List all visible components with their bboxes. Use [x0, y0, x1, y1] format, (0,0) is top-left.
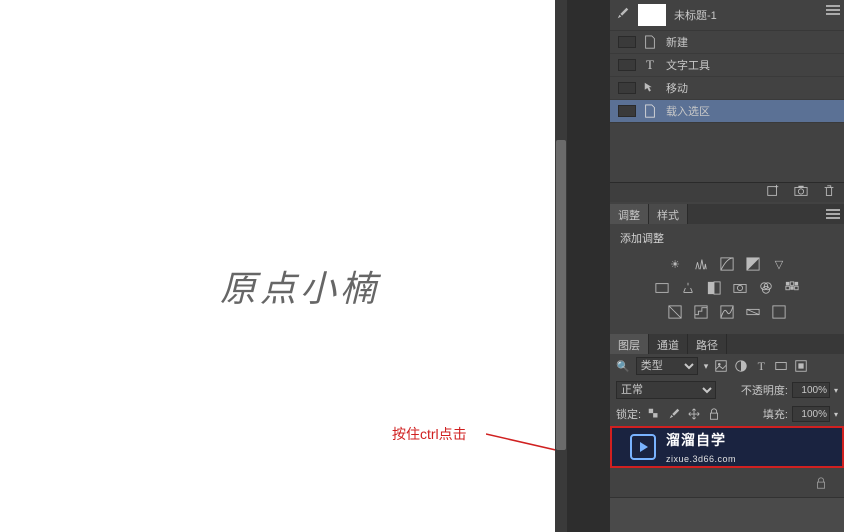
opacity-label: 不透明度: [741, 382, 788, 398]
watermark-url: zixue.3d66.com [666, 454, 736, 464]
history-snapshot-checkbox[interactable] [618, 82, 636, 94]
history-item[interactable]: 载入选区 [610, 100, 844, 123]
gradient-map-icon[interactable] [744, 304, 762, 320]
tab-paths[interactable]: 路径 [688, 334, 727, 354]
hue-sat-icon[interactable] [653, 280, 671, 296]
lock-pixels-icon[interactable] [667, 407, 681, 421]
selective-color-icon[interactable] [770, 304, 788, 320]
panel-menu-icon[interactable] [826, 208, 840, 220]
history-item-label: 载入选区 [666, 103, 844, 119]
layers-panel: 图层 通道 路径 🔍 类型 ▾ T 正常 不透明度: ▾ 锁定: [610, 334, 844, 498]
history-snapshot-checkbox[interactable] [618, 105, 636, 117]
curves-icon[interactable] [718, 256, 736, 272]
history-item[interactable]: 新建 [610, 31, 844, 54]
camera-icon[interactable] [794, 184, 808, 201]
new-doc-from-state-icon[interactable] [766, 184, 780, 201]
tab-layers[interactable]: 图层 [610, 334, 649, 354]
watermark-brand: 溜溜自学 [666, 430, 726, 450]
levels-icon[interactable] [692, 256, 710, 272]
play-icon [630, 434, 656, 460]
lock-label: 锁定: [616, 406, 641, 422]
history-footer [610, 182, 844, 202]
chevron-down-icon[interactable]: ▾ [834, 410, 838, 419]
layer-filter-select[interactable]: 类型 [636, 357, 698, 375]
doc-icon [642, 35, 658, 49]
layer-blend-row: 正常 不透明度: ▾ [610, 378, 844, 402]
invert-icon[interactable] [666, 304, 684, 320]
filter-shape-icon[interactable] [774, 359, 788, 373]
adjustments-row-2 [610, 276, 844, 300]
layer-row-watermark[interactable]: 溜溜自学 zixue.3d66.com [610, 426, 844, 468]
history-item[interactable]: 移动 [610, 77, 844, 100]
exposure-icon[interactable] [744, 256, 762, 272]
layers-tabs: 图层 通道 路径 [610, 334, 844, 354]
filter-adjustment-icon[interactable] [734, 359, 748, 373]
bw-icon[interactable] [705, 280, 723, 296]
layer-list: 溜溜自学 zixue.3d66.com [610, 426, 844, 498]
adjustments-panel: 调整 样式 添加调整 ☀ ▽ [610, 204, 844, 334]
filter-type-icon[interactable]: T [754, 359, 768, 373]
history-snapshot-checkbox[interactable] [618, 59, 636, 71]
history-item-label: 移动 [666, 80, 844, 96]
history-item[interactable]: T 文字工具 [610, 54, 844, 77]
layer-lock-row: 锁定: 填充: ▾ [610, 402, 844, 426]
color-balance-icon[interactable] [679, 280, 697, 296]
lock-icon [814, 476, 828, 490]
canvas-area[interactable]: 原点小楠 [0, 0, 555, 532]
adjustments-row-1: ☀ ▽ [610, 252, 844, 276]
scrollbar-thumb[interactable] [556, 140, 566, 450]
tab-channels[interactable]: 通道 [649, 334, 688, 354]
doc-title: 未标题-1 [674, 7, 717, 23]
history-list: 新建 T 文字工具 移动 载入选区 [610, 31, 844, 123]
color-lookup-icon[interactable] [783, 280, 801, 296]
brightness-contrast-icon[interactable]: ☀ [666, 256, 684, 272]
doc-thumbnail [638, 4, 666, 26]
type-icon: T [642, 58, 658, 72]
lock-position-icon[interactable] [687, 407, 701, 421]
tab-adjustments[interactable]: 调整 [610, 204, 649, 224]
filter-smart-icon[interactable] [794, 359, 808, 373]
lock-transparent-icon[interactable] [647, 407, 661, 421]
opacity-input[interactable] [792, 382, 830, 398]
panel-stack: 未标题-1 新建 T 文字工具 移动 载入选区 [610, 0, 844, 532]
add-adjustment-label: 添加调整 [610, 224, 844, 252]
panel-gutter [567, 0, 610, 532]
history-snapshot-checkbox[interactable] [618, 36, 636, 48]
annotation-label: 按住ctrl点击 [392, 424, 467, 444]
lock-all-icon[interactable] [707, 407, 721, 421]
canvas-text-content: 原点小楠 [220, 260, 380, 312]
fill-label: 填充: [763, 406, 788, 422]
filter-search-icon[interactable]: 🔍 [616, 360, 630, 373]
blend-mode-select[interactable]: 正常 [616, 381, 716, 399]
canvas-scrollbar[interactable] [555, 0, 567, 532]
posterize-icon[interactable] [692, 304, 710, 320]
channel-mixer-icon[interactable] [757, 280, 775, 296]
tab-styles[interactable]: 样式 [649, 204, 688, 224]
adjustments-tabs: 调整 样式 [610, 204, 844, 224]
chevron-down-icon[interactable]: ▾ [834, 386, 838, 395]
vibrance-icon[interactable]: ▽ [770, 256, 788, 272]
history-item-label: 新建 [666, 34, 844, 50]
history-item-label: 文字工具 [666, 57, 844, 73]
brush-icon [616, 6, 630, 20]
adjustments-row-3 [610, 300, 844, 324]
filter-pixel-icon[interactable] [714, 359, 728, 373]
panel-menu-icon[interactable] [826, 4, 840, 16]
layer-row-background[interactable] [610, 468, 844, 498]
threshold-icon[interactable] [718, 304, 736, 320]
photo-filter-icon[interactable] [731, 280, 749, 296]
fill-input[interactable] [792, 406, 830, 422]
doc-icon [642, 104, 658, 118]
history-panel: 未标题-1 新建 T 文字工具 移动 载入选区 [610, 0, 844, 204]
trash-icon[interactable] [822, 184, 836, 201]
move-icon [642, 81, 658, 95]
history-doc-header[interactable]: 未标题-1 [610, 0, 844, 31]
layer-filter-row: 🔍 类型 ▾ T [610, 354, 844, 378]
